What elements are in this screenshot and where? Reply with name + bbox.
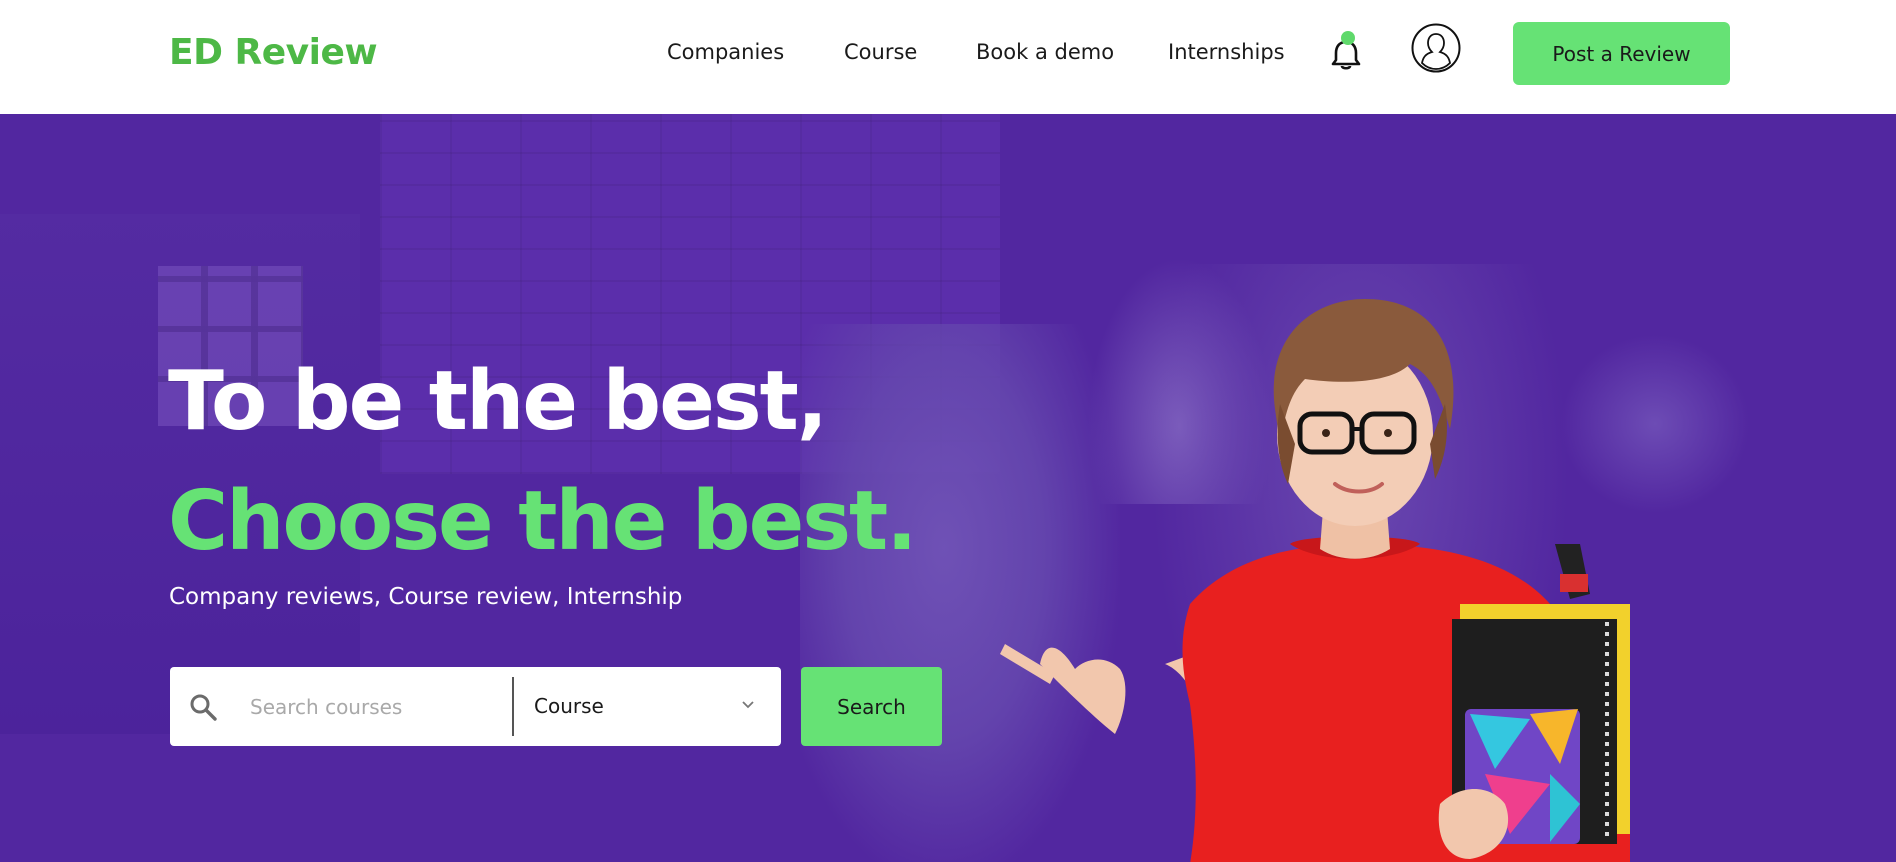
nav-companies[interactable]: Companies (667, 38, 784, 66)
hero-subtitle: Company reviews, Course review, Internsh… (169, 584, 683, 610)
hero-title-line1: To be the best, (168, 354, 828, 449)
hero-title-line2: Choose the best. (168, 474, 917, 569)
chevron-down-icon (740, 697, 756, 713)
search-button[interactable]: Search (801, 667, 942, 746)
search-bar: Course (170, 667, 781, 746)
search-icon (188, 692, 218, 722)
student-image (1000, 299, 1630, 862)
notification-badge (1341, 31, 1355, 45)
logo[interactable]: ED Review (169, 31, 378, 75)
post-review-button[interactable]: Post a Review (1513, 22, 1730, 85)
hero-section: To be the best, Choose the best. Company… (0, 114, 1896, 862)
category-select-value: Course (534, 694, 604, 718)
user-icon[interactable] (1411, 23, 1461, 73)
search-input[interactable] (250, 685, 470, 729)
nav-course[interactable]: Course (844, 38, 917, 66)
search-divider (512, 677, 514, 736)
top-navbar: ED Review Companies Course Book a demo I… (0, 0, 1896, 114)
nav-internships[interactable]: Internships (1168, 38, 1285, 66)
nav-book-demo[interactable]: Book a demo (976, 38, 1114, 66)
